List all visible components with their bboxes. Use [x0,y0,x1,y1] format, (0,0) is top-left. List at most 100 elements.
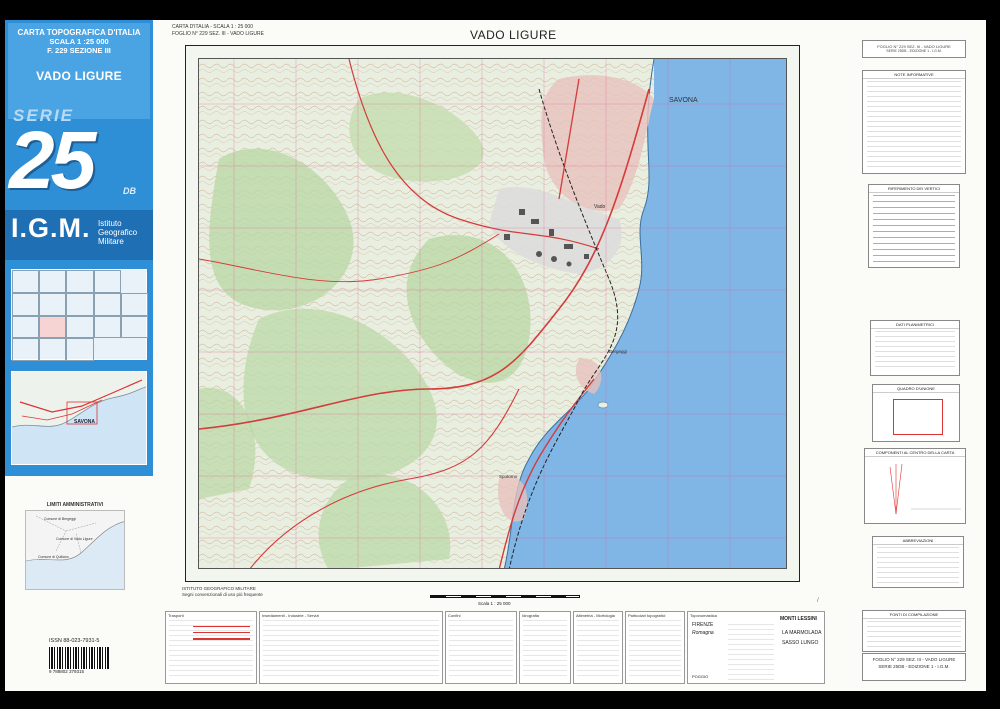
series-suffix: DB [123,186,136,196]
legend-rows [577,620,619,680]
scale-bar [430,595,580,598]
info-box-header: NOTE INFORMATIVE [863,71,965,79]
legend-rows [449,620,513,680]
legend-borders: Confini [445,611,517,684]
cover-header: CARTA TOPOGRAFICA D'ITALIA SCALA 1 :25 0… [8,23,150,119]
igm-name: Istituto Geografico Militare [98,219,137,246]
legend-topographic: Particolari topografici [625,611,685,684]
sheet-index-cell [12,292,40,316]
sources-box: FONTI DI COMPILAZIONE [862,610,966,652]
abbrev-box-header: ABBREVIAZIONI [873,537,963,545]
vertex-box-header: RIFERIMENTO DEI VERTICI [869,185,959,193]
cover-place-name: VADO LIGURE [36,69,122,83]
info-box: NOTE INFORMATIVE [862,70,966,174]
sources-box-header: FONTI DI COMPILAZIONE [863,611,965,619]
map-note-line: Segni convenzionali di uso più frequente [182,592,263,597]
sheet-index-cell [39,315,67,339]
barcode [49,647,109,669]
sheet-index-cell [39,338,67,361]
sheet-index-cell [12,315,40,339]
toponym-sample: SASSO LUNGO [782,640,819,646]
cover-sheet-line: F. 229 SEZIONE III [47,46,111,55]
center-box-header: COMPONENTI AL CENTRO DELLA CARTA [865,449,965,457]
sheet-index-cell [93,315,121,339]
admin-region-label: Comune di Bergeggi [44,517,76,521]
union-box-header: QUADRO D'UNIONE [873,385,959,393]
legend-header: Altimetria - Morfologia [576,613,615,618]
legend-rows [263,620,439,680]
info-box-text [867,81,961,169]
place-label: SAVONA [669,97,698,104]
abbrev-list [877,547,959,583]
sheet-index-cell [66,315,94,339]
plan-box: DATI PLANIMETRICI [870,320,960,376]
legend-header: Confini [448,613,461,618]
locator-label: SAVONA [74,419,96,425]
barcode-number: 9 788802 379315 [49,669,85,674]
legend-settlements: Insediamenti - Industrie - Servizi [259,611,443,684]
map-header-line: CARTA D'ITALIA - SCALA 1 : 25 000 [172,24,253,30]
sheet-index-cell [120,315,148,339]
place-label: Spotorno [499,474,518,479]
igm-name-line: Geografico [98,228,138,237]
legend-header: Insediamenti - Industrie - Servizi [262,613,320,618]
legend-road-sample [193,632,250,633]
toponym-sample: MONTI LESSINI [780,616,817,622]
locator-map: SAVONA [11,371,147,465]
cover-title-line: CARTA TOPOGRAFICA D'ITALIA [17,28,141,37]
union-box: QUADRO D'UNIONE [872,384,960,442]
sheet-index-cell [120,292,148,316]
pencil-mark: / [817,598,819,604]
footer-box: FOGLIO N° 229 SEZ. III - VADO LIGURE SER… [862,653,966,681]
igm-name-line: Istituto [98,219,122,228]
sheet-index-cell [66,292,94,316]
scale-label: Scala 1 : 25 000 [478,601,511,606]
sheet-index-cell [39,270,67,293]
legend-rows [728,624,774,680]
igm-logo-band: I.G.M. Istituto Geografico Militare [5,210,153,260]
legend-header: Particolari topografici [628,613,666,618]
sheet-index-cell [12,270,40,293]
legend-road-sample [193,638,250,640]
legend-strip: Trasporti Insediamenti - Industrie - Ser… [165,611,825,684]
isbn-text: ISSN 88-023-7931-5 [49,638,100,644]
abbrev-box: ABBREVIAZIONI [872,536,964,588]
plan-box-header: DATI PLANIMETRICI [871,321,959,329]
center-box: COMPONENTI AL CENTRO DELLA CARTA [864,448,966,524]
vertex-table [873,195,955,263]
legend-rows [629,620,681,680]
legend-transport: Trasporti [165,611,257,684]
map-title: VADO LIGURE [470,28,557,42]
legend-header: Idrografia [522,613,539,618]
admin-region-label: Comune di Vado Ligure [56,537,93,541]
legend-altimetry: Altimetria - Morfologia [573,611,623,684]
legend-toponyms: Toponomastica FIRENZE Romagna MONTI LESS… [687,611,825,684]
legend-rows [523,620,567,680]
footer-line: SERIE 25DB - EDIZIONE 1 - I.G.M. [878,664,950,669]
place-label: Bergeggi [609,349,628,354]
footer-line: FOGLIO N° 229 SEZ. III - VADO LIGURE [872,657,956,662]
admin-map: Comune di Bergeggi Comune di Vado Ligure… [25,510,125,590]
cover-scale-line: SCALA 1 :25 000 [49,37,109,46]
map-note: ISTITUTO GEOGRAFICO MILITARE Segni conve… [182,586,263,598]
sheet-index-cell [12,338,40,361]
plan-table [875,331,955,371]
igm-logo: I.G.M. [11,213,91,243]
sheet-index-cell [66,338,94,361]
admin-limits: LIMITI AMMINISTRATIVI Comune di Bergeggi… [25,502,125,592]
sheet-index-cell [93,292,121,316]
admin-title: LIMITI AMMINISTRATIVI [46,502,104,508]
legend-header: Trasporti [168,613,184,618]
toponym-sample: LA MARMOLADA [782,630,822,636]
legend-road-sample [193,626,250,627]
sheet-index-cell [93,270,121,293]
sheet-index-grid [11,269,148,361]
union-grid [893,399,943,435]
map-header-line: FOGLIO N° 229 SEZ. III - VADO LIGURE [172,31,264,37]
map-area[interactable]: SAVONA Vado Bergeggi Spotorno [198,58,787,569]
isbn-block: ISSN 88-023-7931-5 9 788802 379315 [49,638,134,682]
cover-panel: CARTA TOPOGRAFICA D'ITALIA SCALA 1 :25 0… [5,20,153,476]
sheet-index-cell [39,292,67,316]
right-header-line: FOGLIO N° 229 SEZ. III - VADO LIGURE [877,44,951,49]
sources-list [867,621,961,647]
